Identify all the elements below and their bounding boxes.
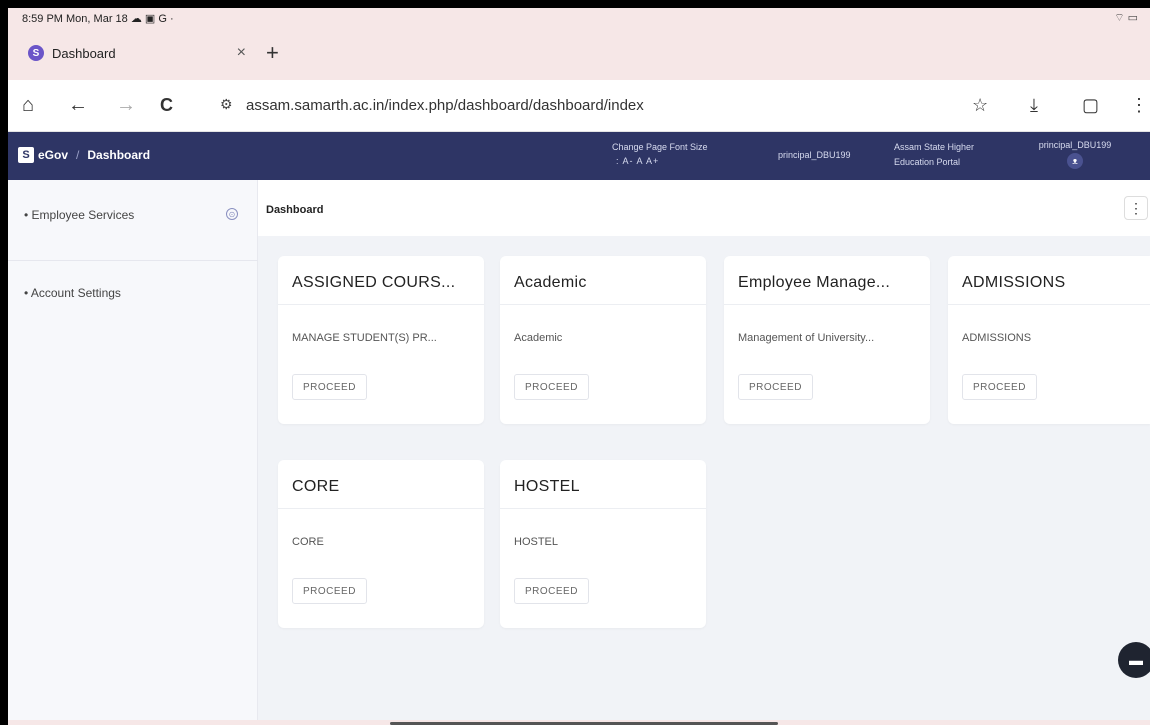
user-menu[interactable]: principal_DBU199 ᴥ — [1020, 140, 1130, 169]
brand-name[interactable]: eGov — [38, 148, 68, 162]
card-title: ADMISSIONS — [962, 274, 1066, 291]
status-time: 8:59 PM Mon, Mar 18 ☁ ▣ G · — [22, 13, 174, 25]
proceed-button[interactable]: PROCEED — [962, 374, 1037, 400]
url-field[interactable]: assam.samarth.ac.in/index.php/dashboard/… — [246, 97, 644, 114]
font-size-label: Change Page Font Size — [612, 142, 708, 152]
proceed-button[interactable]: PROCEED — [292, 578, 367, 604]
tab-close-icon[interactable]: × — [237, 44, 246, 62]
home-icon[interactable]: ⌂ — [22, 94, 34, 116]
nav-gesture-bar — [8, 720, 1150, 725]
tab-title: Dashboard — [52, 45, 116, 61]
chat-icon[interactable]: ▬ — [1118, 642, 1150, 678]
card-divider — [500, 304, 706, 305]
module-card-employee-management: Employee Manage... Management of Univers… — [724, 256, 930, 424]
device-screen: 8:59 PM Mon, Mar 18 ☁ ▣ G · ⌔ ▭ S Dashbo… — [8, 8, 1150, 725]
card-title: ASSIGNED COURS... — [292, 274, 456, 291]
portal-name[interactable]: Assam State Higher Education Portal — [894, 140, 1014, 170]
header-page-title: Dashboard — [87, 148, 151, 162]
breadcrumb-separator: / — [76, 148, 80, 162]
card-divider — [278, 508, 484, 509]
card-divider — [278, 304, 484, 305]
module-card-hostel: HOSTEL HOSTEL PROCEED — [500, 460, 706, 628]
module-card-admissions: ADMISSIONS ADMISSIONS PROCEED — [948, 256, 1150, 424]
module-card-core: CORE CORE PROCEED — [278, 460, 484, 628]
module-card-academic: Academic Academic PROCEED — [500, 256, 706, 424]
browser-menu-icon[interactable]: ⋮ — [1130, 94, 1148, 116]
proceed-button[interactable]: PROCEED — [738, 374, 813, 400]
module-card-assigned-courses: ASSIGNED COURS... MANAGE STUDENT(S) PR..… — [278, 256, 484, 424]
tab-favicon-icon: S — [28, 45, 44, 61]
sidebar-item-employee-services[interactable]: • Employee Services — [24, 208, 134, 222]
sidebar-divider — [8, 260, 258, 261]
card-title: Employee Manage... — [738, 274, 891, 291]
back-icon[interactable]: ← — [68, 94, 88, 116]
device-bezel-top — [0, 0, 1150, 8]
sidebar-item-account-settings[interactable]: • Account Settings — [24, 286, 121, 300]
card-description: HOSTEL — [514, 536, 559, 548]
egov-logo-icon: S — [18, 147, 34, 163]
card-description: ADMISSIONS — [962, 332, 1032, 344]
card-divider — [500, 508, 706, 509]
font-size-buttons[interactable]: : A- A A+ — [612, 154, 708, 168]
card-description: CORE — [292, 536, 324, 548]
browser-tab-dashboard[interactable]: S Dashboard × — [16, 36, 252, 70]
address-bar-row: ⌂ ← → C ⚙ assam.samarth.ac.in/index.php/… — [8, 80, 1150, 132]
card-description: Academic — [514, 332, 563, 344]
device-bezel-left — [0, 0, 8, 725]
card-description: Management of University... — [738, 332, 875, 344]
card-title: Academic — [514, 274, 587, 291]
more-options-icon[interactable]: ⋮ — [1124, 196, 1148, 220]
card-description: MANAGE STUDENT(S) PR... — [292, 332, 437, 344]
reload-icon[interactable]: C — [160, 94, 173, 116]
tab-switcher-icon[interactable]: ▢ — [1082, 94, 1099, 116]
status-icons: ⌔ ▭ — [1114, 12, 1138, 24]
content-breadcrumb-bar: Dashboard ⋮ — [258, 180, 1150, 236]
card-divider — [724, 304, 930, 305]
forward-icon[interactable]: → — [116, 94, 136, 116]
card-title: CORE — [292, 478, 340, 495]
app-header: S eGov / Dashboard Change Page Font Size… — [8, 132, 1150, 180]
user-name: principal_DBU199 — [1038, 140, 1112, 150]
bookmark-star-icon[interactable]: ☆ — [972, 94, 988, 116]
font-size-control: Change Page Font Size : A- A A+ — [612, 140, 708, 168]
card-title: HOSTEL — [514, 478, 580, 495]
user-avatar-icon[interactable]: ᴥ — [1067, 153, 1083, 169]
new-tab-button[interactable]: + — [266, 42, 279, 64]
header-role-link[interactable]: principal_DBU199 — [778, 150, 851, 160]
sidebar-collapse-icon[interactable]: ⊙ — [226, 208, 238, 220]
browser-tab-strip: S Dashboard × + — [8, 30, 1150, 80]
site-settings-icon[interactable]: ⚙ — [220, 96, 233, 113]
sidebar: • Employee Services ⊙ • Account Settings — [8, 180, 258, 720]
proceed-button[interactable]: PROCEED — [514, 374, 589, 400]
download-icon[interactable]: ⤓ — [1030, 94, 1038, 116]
proceed-button[interactable]: PROCEED — [514, 578, 589, 604]
proceed-button[interactable]: PROCEED — [292, 374, 367, 400]
card-divider — [948, 304, 1150, 305]
header-breadcrumb: S eGov / Dashboard — [18, 147, 150, 163]
status-bar: 8:59 PM Mon, Mar 18 ☁ ▣ G · ⌔ ▭ — [8, 8, 1150, 30]
content-breadcrumb: Dashboard — [266, 204, 324, 216]
